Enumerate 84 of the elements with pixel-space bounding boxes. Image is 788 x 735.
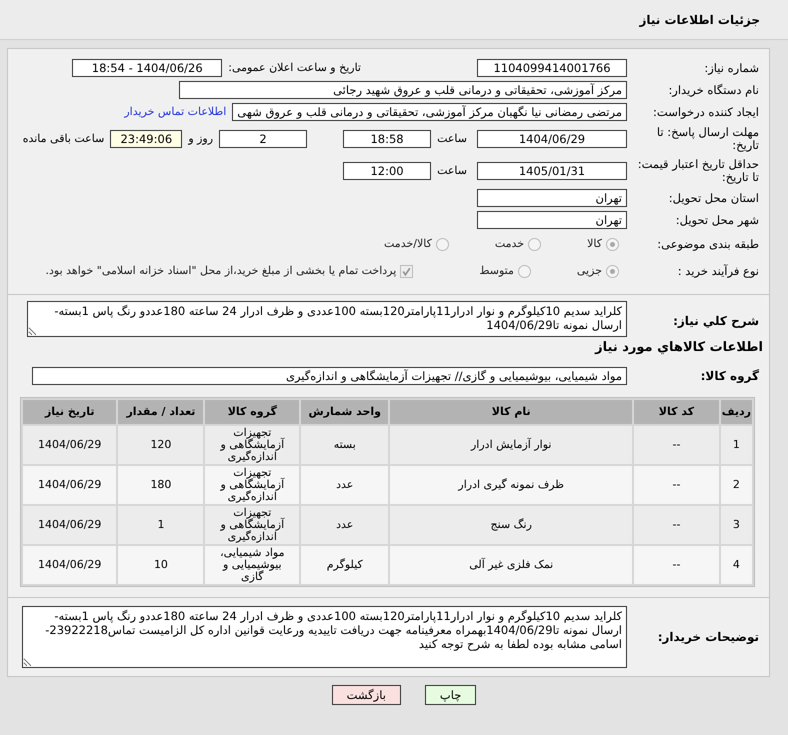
table-cell: 3 xyxy=(732,518,740,531)
checkbox-label: پرداخت تمام یا بخشی از مبلغ خرید،از محل "اسناد خزانه اسلامی" خواهد بود. xyxy=(46,263,396,280)
table-cell-text: تجهیزات آزمایشگاهی و اندازه‌گیری xyxy=(219,427,286,463)
field-label: مهلت ارسال پاسخ: تا تاریخ: xyxy=(656,126,760,152)
option-label: کالا xyxy=(587,236,602,252)
table-cell: 1404/06/29 xyxy=(38,478,102,491)
table-cell: 1 xyxy=(732,438,740,451)
table-cell: 4 xyxy=(732,558,740,571)
text-field[interactable]: مرتضی رمضانی نیا نگهبان مرکز آموزشی، تحقیقاتی و درمانی قلب و عروق شهی xyxy=(232,103,627,121)
table-cell: ظرف نمونه گیری ادرار xyxy=(458,478,564,491)
page-title: جزئیات اطلاعات نیاز xyxy=(639,12,760,28)
field-label: نام دستگاه خریدار: xyxy=(667,84,760,96)
radio-button[interactable] xyxy=(528,238,542,251)
field-label: شماره نیاز: xyxy=(703,62,760,74)
table-cell-text: مواد شیمیایی، بیوشیمیایی و گازی xyxy=(219,547,286,583)
radio-button[interactable] xyxy=(606,265,619,278)
table-cell: -- xyxy=(672,478,680,491)
text-field[interactable]: 12:00 xyxy=(343,162,432,180)
table-cell: 1404/06/29 xyxy=(38,558,102,571)
radio-button[interactable] xyxy=(436,238,449,251)
option-label: متوسط xyxy=(479,263,514,280)
table-cell: -- xyxy=(672,558,680,571)
description-field[interactable]: کلراید سدیم 10کیلوگرم و نوار ادرار11پارامتر120بسته 100عددی و ظرف ادرار 24 ساعته 180عددو رنگ پاس 1بسته-ارسال نمونه تا1404/06/29 xyxy=(27,301,627,337)
table-cell: کیلوگرم xyxy=(326,558,363,571)
table-cell: -- xyxy=(672,438,680,451)
field-label: ساعت باقی مانده xyxy=(22,130,104,147)
radio-button[interactable] xyxy=(518,265,531,278)
column-header: گروه کالا xyxy=(205,400,300,424)
field-label: توضیحات خریدار: xyxy=(656,630,760,644)
text-field[interactable]: تهران xyxy=(477,211,627,229)
field-label: نوع فرآیند خرید : xyxy=(676,265,760,278)
text-field[interactable]: مواد شیمیایی، بیوشیمیایی و گازی// تجهیزات آزمایشگاهی و اندازه‌گیری xyxy=(32,367,627,385)
section-title: اطلاعات کالاهاي مورد نياز xyxy=(595,339,763,358)
column-header: کد کالا xyxy=(634,400,719,424)
option-label: کالا/خدمت xyxy=(384,236,432,252)
column-header: تاریخ نیاز xyxy=(23,400,116,424)
checkbox[interactable] xyxy=(400,265,414,278)
table-cell: عدد xyxy=(336,478,354,491)
field-label: گروه کالا: xyxy=(700,370,760,382)
table-cell: 120 xyxy=(150,438,172,451)
table-cell: 1404/06/29 xyxy=(38,438,102,451)
table-cell: 1 xyxy=(157,518,164,531)
column-header: تعداد / مقدار xyxy=(118,400,204,424)
text-field[interactable]: 1405/01/31 xyxy=(477,162,627,180)
table-cell: 10 xyxy=(154,558,168,571)
table-cell: 180 xyxy=(150,478,172,491)
field-label: روز و xyxy=(188,130,214,147)
radio-button[interactable] xyxy=(606,238,619,251)
text-field[interactable]: 1404/06/29 xyxy=(477,130,627,148)
table-cell: رنگ سنج xyxy=(490,518,532,531)
text-field[interactable]: 1404/06/26 - 18:54 xyxy=(72,59,222,77)
table-cell: 1404/06/29 xyxy=(38,518,102,531)
text-field[interactable]: تهران xyxy=(477,189,627,207)
column-header: واحد شمارش xyxy=(301,400,388,424)
column-header: نام کالا xyxy=(390,400,632,424)
field-label: ساعت xyxy=(437,130,467,147)
print-button[interactable]: چاپ xyxy=(424,685,476,705)
field-label: ساعت xyxy=(437,162,467,179)
field-label: طبقه بندی موضوعی: xyxy=(656,238,760,251)
table-cell: نوار آزمایش ادرار xyxy=(471,438,552,451)
text-field[interactable]: 23:49:06 xyxy=(110,130,182,148)
table-cell: بسته xyxy=(334,438,356,451)
text-field[interactable]: 18:58 xyxy=(343,130,432,148)
table-cell: -- xyxy=(672,518,680,531)
field-label: استان محل تحویل: xyxy=(668,192,760,204)
table-cell: عدد xyxy=(336,518,354,531)
text-field[interactable]: 2 xyxy=(219,130,308,148)
field-label: حداقل تاریخ اعتبار قیمت: تا تاریخ: xyxy=(636,158,760,184)
contact-link[interactable]: اطلاعات تماس خریدار xyxy=(124,104,226,120)
field-label: شهر محل تحویل: xyxy=(674,214,760,226)
field-label: شرح کلي نياز: xyxy=(672,313,760,328)
table-cell: نمک فلزی غیر آلی xyxy=(469,558,554,571)
table-cell-text: تجهیزات آزمایشگاهی و اندازه‌گیری xyxy=(219,507,286,543)
text-field[interactable]: 1104099414001766 xyxy=(477,59,627,77)
notes-field[interactable]: کلراید سدیم 10کیلوگرم و نوار ادرار11پارامتر120بسته 100عددی و ظرف ادرار 24 ساعته 180عددو رنگ پاس 1بسته-ارسال نمونه تا1404/06/29بهمراه معرفینامه جهت دریافت تاییدیه ورعایت قوانین اداره کل الزامیست تماس23922218-اسامی مشابه بوده لطفا به شرح توجه کنید xyxy=(22,606,627,668)
field-label: تاریخ و ساعت اعلان عمومی: xyxy=(228,60,361,76)
column-header: ردیف xyxy=(720,400,752,424)
text-field[interactable]: مرکز آموزشی، تحقیقاتی و درمانی قلب و عروق شهید رجائی xyxy=(179,81,627,99)
field-label: ایجاد کننده درخواست: xyxy=(652,106,760,118)
option-label: خدمت xyxy=(494,236,524,252)
table-cell-text: تجهیزات آزمایشگاهی و اندازه‌گیری xyxy=(219,467,286,503)
table-cell: 2 xyxy=(732,478,740,491)
back-button[interactable]: بازگشت xyxy=(332,685,401,705)
option-label: جزیی xyxy=(576,263,602,280)
